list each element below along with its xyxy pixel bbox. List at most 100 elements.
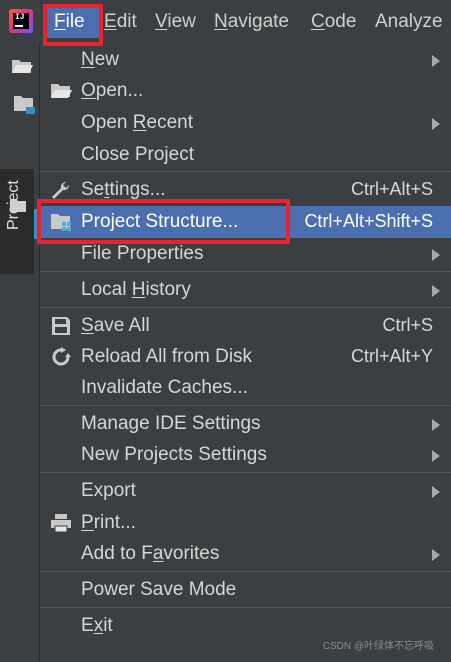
add-to-favorites-mnemonic: a — [152, 543, 164, 564]
menu-item-settings-label: Settings... — [81, 176, 166, 203]
menu-item-power-save-mode[interactable]: Power Save Mode — [40, 574, 451, 605]
project-structure-icon — [51, 214, 71, 231]
menu-file-rest: ile — [65, 11, 85, 32]
menu-item-new-label: New — [81, 46, 119, 73]
menu-view[interactable]: View — [155, 8, 196, 38]
new-mnemonic: N — [81, 49, 95, 70]
print-mnemonic: P — [81, 512, 94, 533]
menu-item-file-properties[interactable]: File Properties — [40, 238, 451, 269]
menu-item-close-project-label: Close Project — [81, 144, 194, 165]
menu-item-save-all-label: Save All — [81, 312, 150, 339]
menu-code-rest: ode — [324, 11, 357, 32]
menu-file-mnemonic: F — [54, 11, 66, 32]
menu-item-close-project[interactable]: Close Project — [40, 139, 451, 170]
exit-pre: E — [81, 615, 94, 636]
menu-item-new-projects-settings-label: New Projects Settings — [81, 444, 267, 465]
menu-separator — [40, 171, 451, 172]
menu-item-open[interactable]: Open... — [40, 75, 451, 106]
menu-item-add-to-favorites-label: Add to Favorites — [81, 540, 219, 567]
menu-separator — [40, 307, 451, 308]
menu-item-reload-all-label: Reload All from Disk — [81, 346, 253, 367]
save-all-mnemonic: S — [81, 315, 94, 336]
menu-item-new-projects-settings[interactable]: New Projects Settings — [40, 439, 451, 470]
menu-item-reload-all[interactable]: Reload All from Disk Ctrl+Alt+Y — [40, 341, 451, 372]
logo-text: IJ — [15, 13, 25, 22]
menu-code-mnemonic: C — [311, 11, 325, 32]
exit-mnemonic: x — [93, 615, 104, 636]
left-tool-strip: Project — [0, 44, 40, 662]
submenu-arrow-icon — [432, 118, 440, 130]
menu-item-print[interactable]: Print... — [40, 507, 451, 538]
open-recent-mnemonic: R — [132, 112, 147, 133]
open-folder-icon[interactable] — [11, 57, 33, 75]
submenu-arrow-icon — [432, 249, 440, 261]
menu-item-invalidate-caches-label: Invalidate Caches... — [81, 377, 248, 398]
menu-navigate-rest: avigate — [227, 11, 290, 32]
open-recent-post: ecent — [146, 112, 193, 133]
menu-item-reload-all-shortcut: Ctrl+Alt+Y — [350, 346, 433, 366]
menu-navigate-mnemonic: N — [214, 11, 228, 32]
menu-item-invalidate-caches[interactable]: Invalidate Caches... — [40, 372, 451, 403]
settings-post: tings... — [109, 179, 166, 200]
menu-separator — [40, 405, 451, 406]
menu-separator — [40, 607, 451, 608]
open-post: pen... — [95, 80, 144, 101]
menu-item-open-recent[interactable]: Open Recent — [40, 107, 451, 138]
menu-item-save-all-shortcut: Ctrl+S — [382, 315, 433, 335]
submenu-arrow-icon — [432, 55, 440, 67]
menu-item-local-history-label: Local History — [81, 276, 191, 303]
menu-item-project-structure-shortcut: Ctrl+Alt+Shift+S — [304, 211, 433, 231]
menu-item-export[interactable]: Export — [40, 475, 451, 506]
watermark: CSDN @叶绿体不忘呼吸 — [322, 641, 434, 652]
menu-item-manage-ide-settings-label: Manage IDE Settings — [81, 413, 261, 434]
menu-item-open-label: Open... — [81, 77, 143, 104]
print-post: rint... — [93, 512, 136, 533]
open-mnemonic: O — [81, 80, 96, 101]
menu-item-manage-ide-settings[interactable]: Manage IDE Settings — [40, 408, 451, 439]
open-recent-pre: Open — [81, 112, 133, 133]
reload-icon — [52, 347, 71, 366]
menu-item-power-save-mode-label: Power Save Mode — [81, 579, 237, 600]
submenu-arrow-icon — [432, 549, 440, 561]
folder-icon — [10, 199, 26, 212]
add-to-favorites-pre: Add to F — [81, 543, 153, 564]
settings-pre: Se — [81, 179, 105, 200]
menu-file[interactable]: File — [46, 8, 102, 38]
submenu-arrow-icon — [432, 419, 440, 431]
menu-item-export-label: Export — [81, 480, 136, 501]
submenu-arrow-icon — [432, 486, 440, 498]
menu-edit[interactable]: Edit — [104, 8, 137, 38]
menu-item-add-to-favorites[interactable]: Add to Favorites — [40, 538, 451, 569]
add-to-favorites-post: vorites — [163, 543, 220, 564]
exit-post: it — [103, 615, 113, 636]
new-post: ew — [94, 49, 120, 70]
submenu-arrow-icon — [432, 285, 440, 297]
project-folder-icon[interactable] — [13, 94, 37, 116]
menu-code[interactable]: Code — [311, 8, 356, 38]
menu-separator — [40, 571, 451, 572]
menu-item-print-label: Print... — [81, 509, 136, 536]
menu-edit-mnemonic: E — [104, 11, 117, 32]
wrench-icon — [52, 181, 70, 199]
menu-item-file-properties-label: File Properties — [81, 243, 204, 264]
intellij-logo-icon: IJ — [9, 9, 33, 33]
open-folder-icon — [51, 84, 72, 98]
save-all-post: ave All — [93, 315, 150, 336]
file-menu-dropdown: New Open... Open Recent Close Project Se… — [40, 42, 451, 662]
menu-item-settings-shortcut: Ctrl+Alt+S — [350, 179, 433, 199]
menu-item-exit-label: Exit — [81, 612, 113, 639]
menu-item-local-history[interactable]: Local History — [40, 274, 451, 305]
menu-item-settings[interactable]: Settings... Ctrl+Alt+S — [40, 174, 451, 205]
menu-separator — [40, 271, 451, 272]
menu-item-save-all[interactable]: Save All Ctrl+S — [40, 310, 451, 341]
menu-item-project-structure[interactable]: Project Structure... Ctrl+Alt+Shift+S — [40, 206, 451, 238]
save-icon — [52, 317, 70, 335]
menu-analyze[interactable]: Analyze — [375, 8, 443, 38]
menu-edit-rest: dit — [116, 11, 137, 32]
menu-item-new[interactable]: New — [40, 44, 451, 75]
menu-separator — [40, 472, 451, 473]
printer-icon — [51, 514, 71, 533]
menu-view-rest: iew — [167, 11, 196, 32]
menu-navigate[interactable]: Navigate — [214, 8, 289, 38]
menu-view-mnemonic: V — [155, 11, 168, 32]
